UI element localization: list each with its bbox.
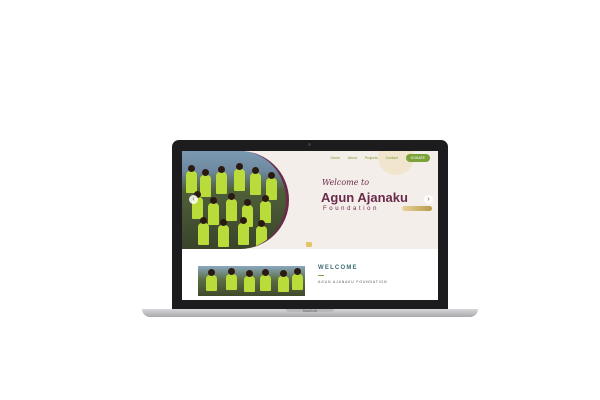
laptop-base: MacBook <box>142 309 478 317</box>
website-screen: ‹ › Home About Projects Contact DONATE W… <box>182 151 438 300</box>
nav-link-contact[interactable]: Contact <box>386 156 398 160</box>
nav-link-projects[interactable]: Projects <box>365 156 378 160</box>
nav-link-about[interactable]: About <box>348 156 357 160</box>
person-figure <box>238 217 249 245</box>
person-figure <box>198 217 209 245</box>
top-navigation: Home About Projects Contact DONATE <box>330 154 430 162</box>
welcome-divider <box>318 275 324 276</box>
person-figure <box>234 163 245 191</box>
person-figure <box>226 268 237 290</box>
welcome-subheading: AGUN AJANAKU FOUNDATION <box>318 280 388 284</box>
slider-next-arrow[interactable]: › <box>424 195 433 204</box>
hero-title: Agun Ajanaku <box>321 190 408 205</box>
hero-welcome-script: Welcome to <box>322 178 370 187</box>
person-figure <box>226 193 237 221</box>
hero-section: ‹ › Home About Projects Contact DONATE W… <box>182 151 438 249</box>
person-figure <box>244 270 255 292</box>
decorative-gold-stroke <box>402 206 432 211</box>
person-figure <box>200 169 211 197</box>
person-figure <box>256 220 267 248</box>
hero-group-photo <box>182 151 289 249</box>
welcome-heading: WELCOME <box>318 265 358 271</box>
person-figure <box>278 270 289 292</box>
slider-prev-arrow[interactable]: ‹ <box>189 195 198 204</box>
donate-button[interactable]: DONATE <box>405 154 430 162</box>
welcome-section: WELCOME AGUN AJANAKU FOUNDATION <box>182 249 438 300</box>
person-figure <box>186 165 197 193</box>
nav-link-home[interactable]: Home <box>330 156 339 160</box>
person-figure <box>206 269 217 291</box>
laptop-lid: ‹ › Home About Projects Contact DONATE W… <box>172 140 448 309</box>
person-figure <box>216 166 227 194</box>
person-figure <box>260 269 271 291</box>
camera-dot <box>308 143 311 146</box>
chat-icon[interactable] <box>306 242 312 247</box>
person-figure <box>250 167 261 195</box>
person-figure <box>218 219 229 247</box>
device-model-label: MacBook <box>302 309 318 313</box>
hero-subtitle: Foundation <box>323 206 380 212</box>
person-figure <box>208 197 219 225</box>
welcome-group-photo <box>198 266 305 296</box>
person-figure <box>292 268 303 290</box>
